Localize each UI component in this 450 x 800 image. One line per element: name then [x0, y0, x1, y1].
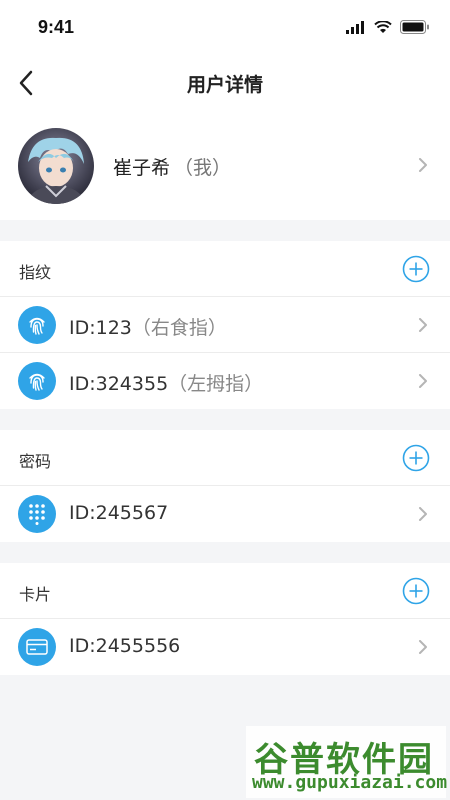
list-item[interactable]: ID:245567	[0, 486, 450, 542]
add-fingerprint-button[interactable]	[402, 255, 430, 283]
nav-bar: 用户详情	[0, 56, 450, 110]
avatar	[18, 128, 94, 204]
list-item[interactable]: ID:324355（左拇指）	[0, 353, 450, 409]
add-password-button[interactable]	[402, 444, 430, 472]
section-header: 指纹	[0, 241, 450, 297]
row-label: ID:245567	[69, 502, 168, 524]
self-tag: （我）	[174, 157, 232, 179]
profile-name: 崔子希 （我）	[113, 153, 231, 180]
profile-row[interactable]: 崔子希 （我）	[0, 110, 450, 220]
card-icon	[18, 628, 56, 666]
page-title: 用户详情	[186, 74, 263, 96]
item-note: （左拇指）	[168, 373, 264, 395]
fingerprint-icon	[18, 306, 56, 344]
status-icons	[346, 20, 430, 34]
chevron-right-icon	[419, 507, 427, 521]
chevron-right-icon	[419, 318, 427, 332]
section-header: 密码	[0, 430, 450, 486]
item-id: ID:324355	[69, 373, 169, 395]
status-bar: 9:41	[0, 0, 450, 56]
item-note: （右食指）	[131, 317, 227, 339]
item-id: ID:123	[69, 317, 132, 339]
add-card-button[interactable]	[402, 577, 430, 605]
row-label: ID:123（右食指）	[69, 313, 227, 340]
fingerprint-icon	[18, 362, 56, 400]
list-item[interactable]: ID:2455556	[0, 619, 450, 675]
list-item[interactable]: ID:123（右食指）	[0, 297, 450, 353]
section-title: 密码	[19, 452, 52, 471]
row-label: ID:324355（左拇指）	[69, 369, 263, 396]
card-section: 卡片 ID:2455556	[0, 563, 450, 675]
status-time: 9:41	[38, 17, 75, 37]
item-id: ID:2455556	[69, 635, 181, 657]
section-title: 卡片	[19, 585, 52, 604]
fingerprint-section: 指纹 ID:123（右食指） ID:324355（左拇指）	[0, 241, 450, 409]
user-name: 崔子希	[113, 157, 171, 179]
watermark-url: www.gupuxiazai.com	[252, 772, 448, 793]
section-title: 指纹	[19, 263, 52, 282]
signal-icon	[346, 20, 364, 34]
section-header: 卡片	[0, 563, 450, 619]
keypad-icon	[18, 495, 56, 533]
chevron-right-icon	[419, 158, 427, 172]
watermark: 谷普软件园 www.gupuxiazai.com	[246, 726, 448, 798]
row-label: ID:2455556	[69, 635, 180, 657]
battery-icon	[400, 20, 429, 34]
chevron-right-icon	[419, 374, 427, 388]
chevron-right-icon	[419, 640, 427, 654]
item-id: ID:245567	[69, 502, 169, 524]
wifi-icon	[374, 20, 392, 33]
password-section: 密码 ID:245567	[0, 430, 450, 542]
